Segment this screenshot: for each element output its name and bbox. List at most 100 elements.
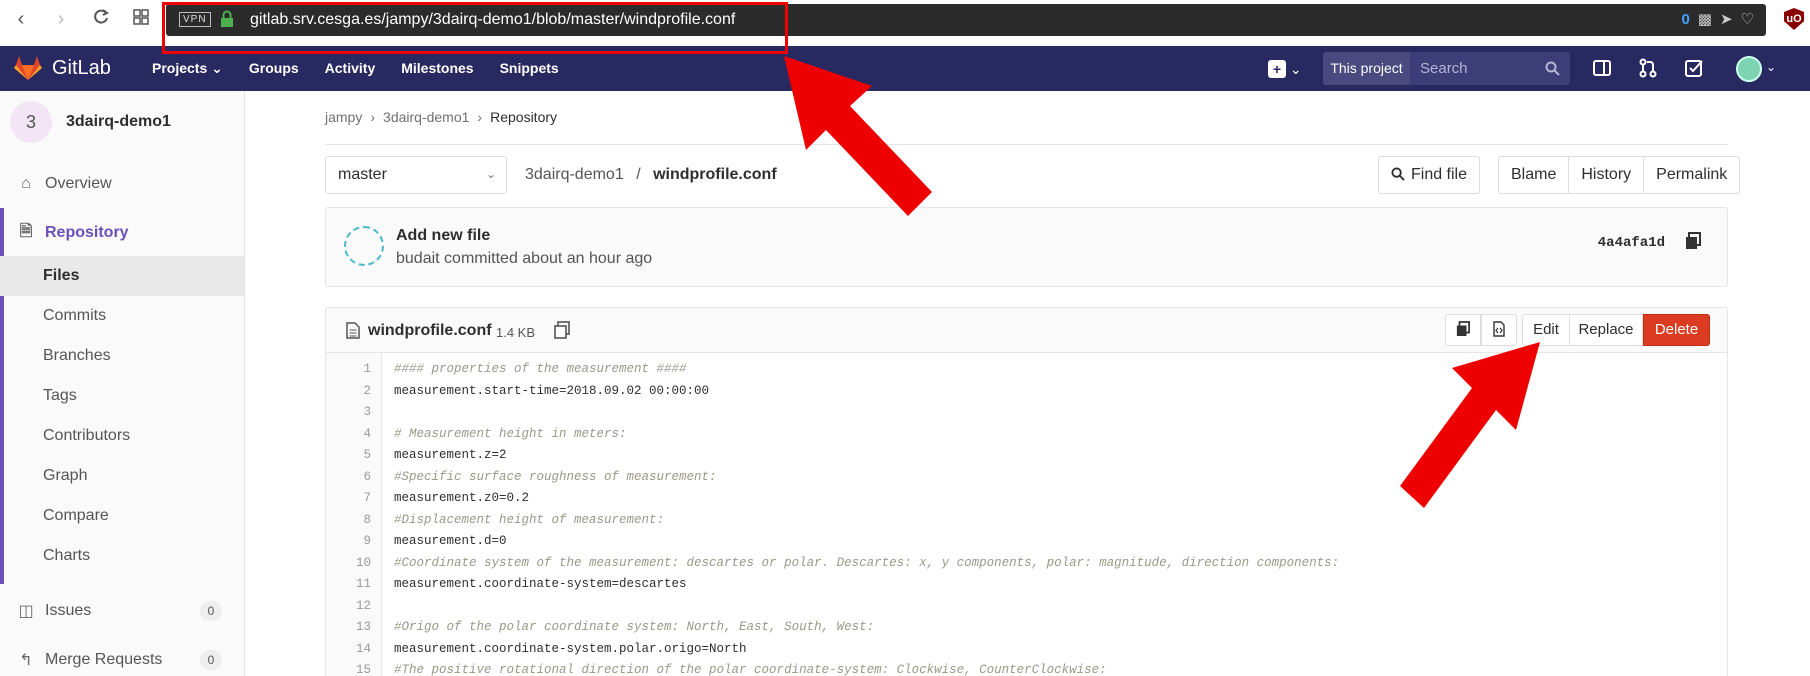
file-size: 1.4 KB — [496, 325, 536, 340]
commit-meta: budait committed about an hour ago — [396, 250, 653, 267]
line-number[interactable]: 11 — [326, 574, 371, 595]
gitlab-logo-text: GitLab — [52, 56, 111, 79]
permalink-button[interactable]: Permalink — [1644, 157, 1739, 193]
line-number[interactable]: 15 — [326, 660, 371, 676]
search-scope[interactable]: This project — [1323, 52, 1410, 85]
user-avatar[interactable] — [1736, 56, 1762, 82]
sidebar-item-graph[interactable]: Graph — [0, 456, 244, 496]
path-project[interactable]: 3dairq-demo1 — [525, 166, 624, 183]
line-content: #Displacement height of measurement: — [394, 512, 665, 527]
sidebar-item-tags[interactable]: Tags — [0, 376, 244, 416]
document-icon: 🗎 — [19, 222, 33, 240]
chevron-right-icon: › — [477, 109, 483, 125]
line-content: #Specific surface roughness of measureme… — [394, 469, 717, 484]
forward-icon[interactable]: › — [50, 8, 72, 30]
nav-projects-label: Projects — [152, 60, 208, 76]
sidebar-item-issues[interactable]: ◫ Issues 0 — [0, 591, 244, 631]
project-sidebar: 3 3dairq-demo1 ⌂ Overview 🗎 Repository F… — [0, 91, 245, 676]
nav-snippets[interactable]: Snippets — [500, 60, 559, 77]
copy-icon — [1456, 321, 1470, 336]
send-icon[interactable]: ➤ — [1720, 10, 1733, 28]
line-number[interactable]: 13 — [326, 617, 371, 638]
sidebar-item-repository[interactable]: 🗎 Repository — [0, 213, 244, 253]
copy-path-icon[interactable] — [554, 321, 570, 339]
speed-dial-icon[interactable] — [130, 8, 152, 30]
commit-sha[interactable]: 4a4afa1d — [1598, 235, 1665, 251]
line-number[interactable]: 7 — [326, 488, 371, 509]
sidebar-item-charts[interactable]: Charts — [0, 536, 244, 576]
annotation-arrow-url — [784, 56, 932, 216]
line-number[interactable]: 5 — [326, 445, 371, 466]
branch-name: master — [338, 166, 387, 183]
commit-author-avatar[interactable] — [344, 226, 384, 266]
breadcrumb-item[interactable]: jampy — [325, 109, 362, 125]
line-number[interactable]: 1 — [326, 359, 371, 380]
find-file-button[interactable]: Find file — [1378, 156, 1480, 194]
code-line: 11 measurement.coordinate-system=descarte… — [326, 574, 1726, 595]
line-number[interactable]: 4 — [326, 424, 371, 445]
chevron-down-icon[interactable]: ⌄ — [1766, 60, 1776, 74]
code-line: 14 measurement.coordinate-system.polar.or… — [326, 639, 1726, 660]
code-line: 12 — [326, 596, 1726, 617]
line-number[interactable]: 9 — [326, 531, 371, 552]
path-file[interactable]: windprofile.conf — [653, 166, 777, 183]
commit-title[interactable]: Add new file — [396, 227, 490, 245]
search-icon — [1545, 61, 1560, 76]
back-icon[interactable]: ‹ — [10, 8, 32, 30]
line-number[interactable]: 8 — [326, 510, 371, 531]
nav-activity[interactable]: Activity — [325, 60, 376, 77]
line-number[interactable]: 12 — [326, 596, 371, 617]
nav-groups[interactable]: Groups — [249, 60, 299, 77]
breadcrumb-item[interactable]: 3dairq-demo1 — [383, 109, 469, 125]
code-line: 10 #Coordinate system of the measurement:… — [326, 553, 1726, 574]
new-dropdown[interactable]: + ⌄ — [1268, 60, 1302, 78]
sidebar-item-overview[interactable]: ⌂ Overview — [0, 164, 244, 204]
sidebar-item-merge-requests[interactable]: ↰ Merge Requests 0 — [0, 640, 244, 676]
line-number[interactable]: 14 — [326, 639, 371, 660]
line-content: #Origo of the polar coordinate system: N… — [394, 620, 875, 634]
line-content: measurement.coordinate-system.polar.orig… — [394, 641, 747, 656]
reload-icon[interactable] — [90, 8, 112, 30]
line-content: measurement.z0=0.2 — [394, 491, 530, 505]
merge-request-icon[interactable] — [1638, 58, 1658, 78]
nav-projects[interactable]: Projects ⌄ — [152, 60, 223, 77]
chevron-down-icon: ⌄ — [211, 60, 223, 76]
history-button[interactable]: History — [1569, 157, 1645, 193]
todo-check-icon[interactable] — [1684, 58, 1704, 78]
sidebar-item-commits[interactable]: Commits — [0, 296, 244, 336]
divider — [325, 144, 1728, 145]
copy-icon[interactable] — [1685, 232, 1701, 250]
path-separator: / — [636, 166, 641, 183]
delete-button[interactable]: Delete — [1643, 314, 1710, 346]
line-number[interactable]: 6 — [326, 467, 371, 488]
branch-selector[interactable]: master ⌄ — [325, 156, 507, 194]
sidebar-item-contributors[interactable]: Contributors — [0, 416, 244, 456]
search-input[interactable]: Search — [1410, 52, 1570, 85]
sidebar-toggle-icon[interactable] — [1592, 58, 1612, 78]
chevron-down-icon: ⌄ — [1289, 61, 1302, 77]
line-content: # Measurement height in meters: — [394, 426, 627, 441]
line-number[interactable]: 10 — [326, 553, 371, 574]
chevron-right-icon: › — [370, 109, 376, 125]
replace-button[interactable]: Replace — [1569, 314, 1643, 346]
annotation-red-box — [162, 2, 788, 54]
line-number[interactable]: 2 — [326, 381, 371, 402]
sidebar-item-files[interactable]: Files — [0, 256, 244, 296]
nav-milestones[interactable]: Milestones — [401, 60, 473, 77]
ublock-icon[interactable]: uO — [1784, 8, 1804, 30]
breadcrumb-current[interactable]: Repository — [490, 109, 557, 125]
find-file-label: Find file — [1410, 166, 1468, 183]
blame-button[interactable]: Blame — [1499, 157, 1570, 193]
plus-square-icon: + — [1268, 60, 1286, 78]
sidebar-item-compare[interactable]: Compare — [0, 496, 244, 536]
heart-icon[interactable]: ♡ — [1741, 10, 1754, 28]
file-code-icon — [1493, 321, 1505, 337]
sidebar-project-header[interactable]: 3 3dairq-demo1 — [10, 101, 171, 143]
sidebar-item-label: Overview — [45, 175, 112, 192]
sidebar-item-branches[interactable]: Branches — [0, 336, 244, 376]
shield-icon[interactable]: ▩ — [1698, 10, 1712, 28]
gitlab-logo[interactable]: GitLab — [14, 55, 111, 81]
line-content: measurement.start-time=2018.09.02 00:00:… — [394, 383, 710, 398]
line-number[interactable]: 3 — [326, 402, 371, 423]
search-placeholder: Search — [1420, 60, 1468, 77]
